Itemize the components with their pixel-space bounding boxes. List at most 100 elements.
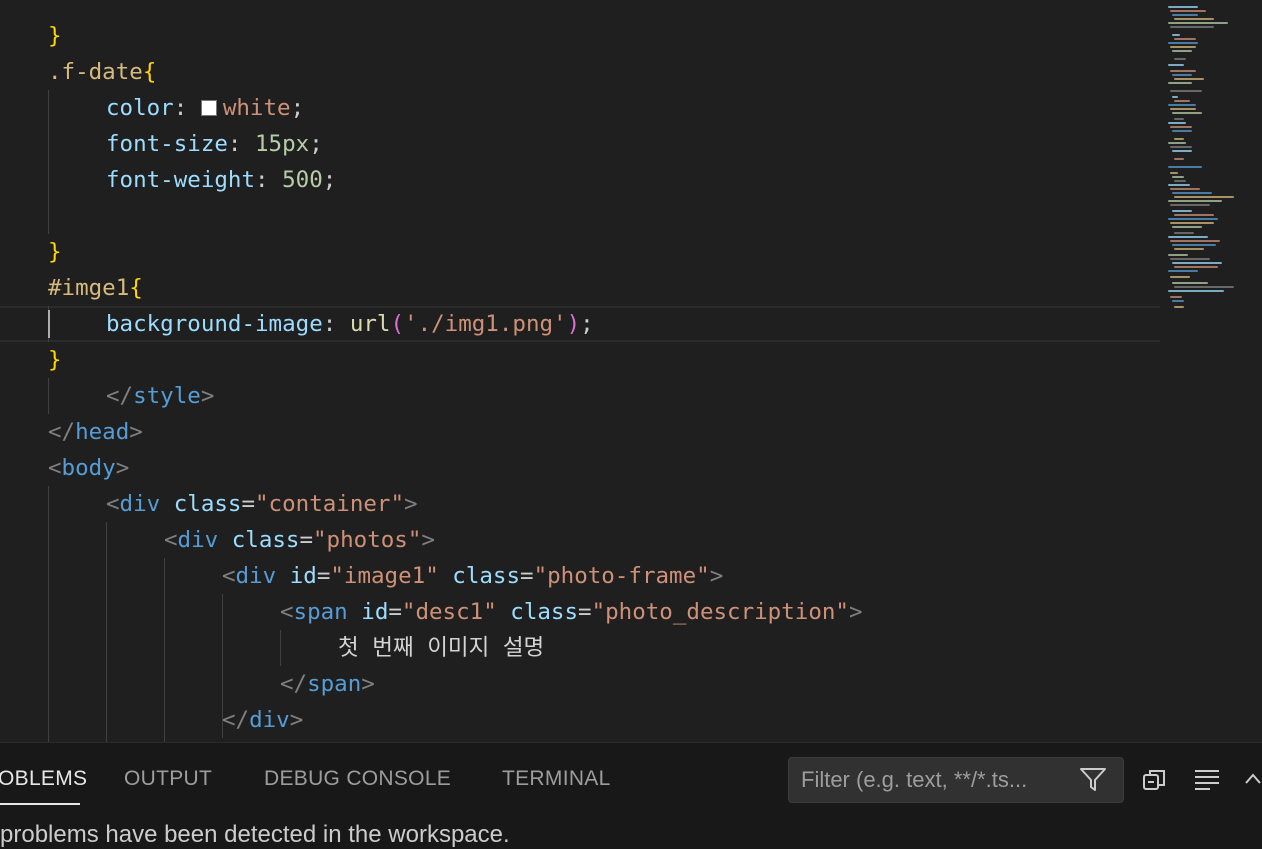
code-editor[interactable]: } .f-date{color: white; font-size: 15px; fo… <box>0 0 1262 742</box>
code-token: body <box>61 455 116 481</box>
minimap-line <box>1168 254 1188 256</box>
code-token: < <box>164 527 178 553</box>
code-token: "image1" <box>330 563 439 589</box>
code-line[interactable]: <div class="container"> <box>0 486 1262 522</box>
minimap-line <box>1174 214 1214 216</box>
minimap-line <box>1170 296 1182 298</box>
code-line[interactable]: </div> <box>0 702 1262 738</box>
tab-problems[interactable]: OBLEMS <box>0 767 87 791</box>
code-line[interactable]: background-image: url('./img1.png'); <box>0 306 1160 342</box>
code-token: div <box>235 563 277 589</box>
minimap-line <box>1168 218 1218 220</box>
code-line[interactable]: </style> <box>0 378 1262 414</box>
tab-debug-console[interactable]: DEBUG CONSOLE <box>264 767 451 791</box>
code-token: background-image <box>106 311 323 337</box>
code-token: > <box>848 599 863 625</box>
code-line[interactable]: </head> <box>0 414 1208 450</box>
code-line[interactable] <box>0 198 1208 234</box>
minimap-line <box>1172 300 1184 302</box>
code-token: "container" <box>255 491 405 517</box>
indent-guide <box>106 522 107 742</box>
minimap-line <box>1174 232 1194 234</box>
code-token: > <box>129 419 143 445</box>
minimap-line <box>1174 266 1218 268</box>
code-line[interactable]: 첫 번째 이미지 설명 <box>0 630 1262 666</box>
collapse-all-icon[interactable] <box>1142 767 1168 798</box>
chevron-up-icon[interactable] <box>1244 771 1262 790</box>
code-token: white <box>222 95 291 121</box>
code-token: ; <box>290 95 305 121</box>
code-token: { <box>142 59 157 85</box>
minimap-line <box>1168 166 1202 168</box>
minimap-line <box>1172 226 1202 228</box>
filter-icon[interactable] <box>1079 767 1107 798</box>
code-token: font-size <box>106 131 228 157</box>
code-token: span <box>293 599 348 625</box>
code-line[interactable]: color: white; <box>0 90 1262 126</box>
minimap-line <box>1174 78 1204 80</box>
code-token: = <box>520 563 534 589</box>
code-line[interactable]: <body> <box>0 450 1208 486</box>
minimap-line <box>1170 146 1192 148</box>
code-line[interactable]: .f-date{ <box>0 54 1208 90</box>
minimap-line <box>1168 82 1192 84</box>
code-token: ; <box>309 131 323 157</box>
code-line[interactable]: <span id="desc1" class="photo_descriptio… <box>0 594 1262 630</box>
code-line[interactable]: #imge1{ <box>0 270 1208 306</box>
code-token: class <box>173 491 242 517</box>
code-token: 첫 번째 이미지 설명 <box>338 635 545 661</box>
indent-guide <box>48 90 49 234</box>
minimap-line <box>1168 236 1208 238</box>
code-token: : <box>173 95 201 121</box>
minimap-line <box>1170 108 1196 110</box>
code-line[interactable]: font-size: 15px; <box>0 126 1262 162</box>
active-tab-indicator <box>0 803 80 805</box>
minimap-line <box>1172 112 1202 114</box>
minimap-line <box>1174 100 1190 102</box>
code-token: < <box>222 563 236 589</box>
code-token: < <box>48 455 62 481</box>
minimap[interactable] <box>1160 0 1262 742</box>
minimap-line <box>1168 290 1224 292</box>
tab-terminal[interactable]: TERMINAL <box>502 767 611 791</box>
tab-output[interactable]: OUTPUT <box>124 767 212 791</box>
code-token: </ <box>106 383 134 409</box>
code-token: < <box>106 491 120 517</box>
minimap-line <box>1170 70 1196 72</box>
minimap-line <box>1170 172 1178 174</box>
minimap-line <box>1174 118 1184 120</box>
code-token: id <box>289 563 317 589</box>
code-token: > <box>421 527 435 553</box>
code-token: 15px <box>255 131 310 157</box>
minimap-line <box>1172 192 1212 194</box>
code-line[interactable]: } <box>0 234 1208 270</box>
minimap-line <box>1172 176 1184 178</box>
code-token: span <box>307 671 362 697</box>
problems-status-text: problems have been detected in the works… <box>0 821 510 848</box>
code-line[interactable]: } <box>0 18 1208 54</box>
code-line[interactable]: font-weight: 500; <box>0 162 1262 198</box>
code-line[interactable]: <div id="image1" class="photo-frame"> <box>0 558 1262 594</box>
code-token: class <box>452 563 521 589</box>
code-line[interactable]: </span> <box>0 666 1262 702</box>
minimap-line <box>1174 180 1186 182</box>
minimap-line <box>1168 184 1190 186</box>
code-token: = <box>241 491 256 517</box>
word-wrap-icon[interactable] <box>1194 769 1220 796</box>
minimap-line <box>1170 90 1202 92</box>
minimap-line <box>1170 276 1190 278</box>
minimap-line <box>1174 138 1184 140</box>
filter-input[interactable] <box>801 758 1071 802</box>
code-token: : <box>322 311 350 337</box>
minimap-line <box>1172 130 1192 132</box>
code-line[interactable]: } <box>0 342 1208 378</box>
code-token: </ <box>280 671 308 697</box>
minimap-line <box>1170 26 1214 28</box>
minimap-line <box>1174 38 1196 40</box>
minimap-line <box>1172 244 1216 246</box>
minimap-line <box>1174 158 1184 160</box>
code-line[interactable]: <div class="photos"> <box>0 522 1262 558</box>
minimap-line <box>1168 42 1198 44</box>
problems-filter-box[interactable] <box>788 757 1124 803</box>
